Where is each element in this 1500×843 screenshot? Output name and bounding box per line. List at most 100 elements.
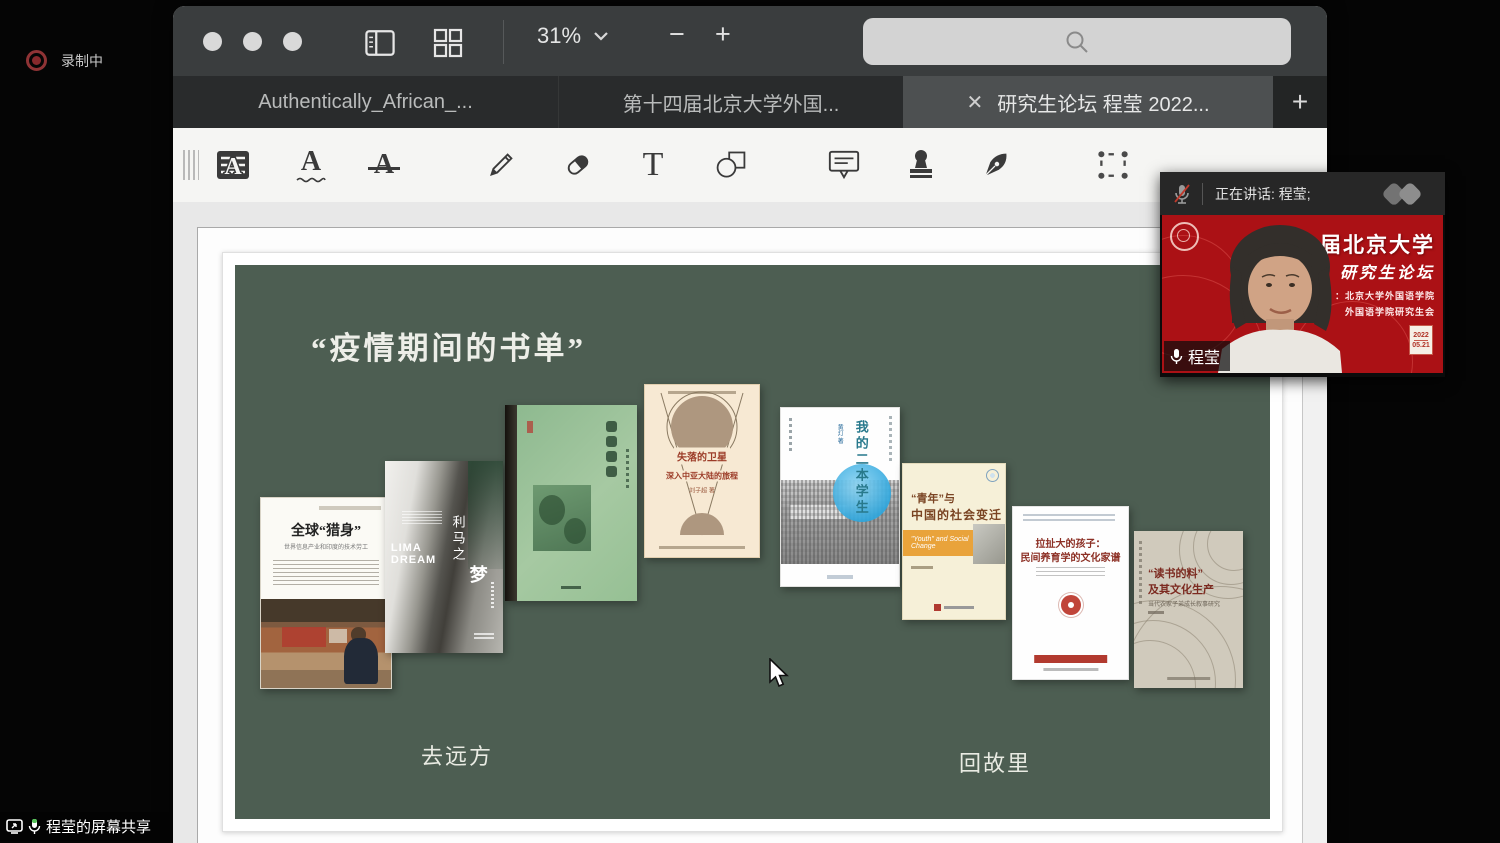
book-cover-dragged-up-children: 拉扯大的孩子： 民间养育学的文化家谱 xyxy=(1012,506,1129,680)
book-cover-green-hardcover xyxy=(505,405,637,601)
recording-label: 录制中 xyxy=(61,51,103,71)
zoom-out-button[interactable]: − xyxy=(663,20,691,49)
book-cover-reading-material: “读书的料” 及其文化生产 当代农家子弟成长叙事研究 xyxy=(1134,531,1243,688)
strikethrough-tool-button[interactable]: A xyxy=(361,140,407,190)
zoom-in-button[interactable]: + xyxy=(709,20,737,49)
underline-tool-button[interactable]: A xyxy=(288,140,334,190)
group-label-right: 回故里 xyxy=(959,746,1031,778)
book-subtitle: 世界信息产业和印度的技术劳工 xyxy=(261,542,391,551)
date-stamp: 2022 05.21 xyxy=(1409,325,1433,355)
book-cover-youth-social-change: “青年”与 中国的社会变迁 "Youth" and Social Change xyxy=(902,463,1006,620)
stamp-tool-button[interactable] xyxy=(898,140,944,190)
mic-icon xyxy=(1170,348,1183,365)
search-icon xyxy=(1064,29,1090,55)
publisher-mark xyxy=(827,575,853,579)
book-title: “青年”与 xyxy=(911,490,955,506)
tab-label: 研究生论坛 程莹 2022... xyxy=(997,88,1209,117)
publisher-mark xyxy=(934,604,974,611)
book-title: 全球“猎身” xyxy=(261,520,391,540)
record-icon xyxy=(26,50,47,71)
tab-pku-forum-doc[interactable]: 第十四届北京大学外国... xyxy=(559,76,903,128)
eraser-tool-button[interactable] xyxy=(555,140,601,190)
close-window-button[interactable] xyxy=(203,32,222,51)
window-titlebar: 31% − + xyxy=(173,6,1327,76)
publisher-mark xyxy=(474,633,494,641)
book-subtitle: 当代农家子弟成长叙事研究 xyxy=(1148,599,1220,608)
eraser-icon xyxy=(561,147,595,183)
blurb-lines xyxy=(273,560,379,586)
close-tab-icon[interactable]: ✕ xyxy=(966,90,983,115)
strikethrough-icon: A xyxy=(374,151,394,179)
speaker-name-tag: 程莹 xyxy=(1164,341,1230,371)
highlight-text-icon: A xyxy=(216,148,250,182)
screen: 录制中 xyxy=(0,0,1500,843)
speaker-video: 届北京大学 研究生论坛 ：北京大学外国语学院 外国语学院研究生会 202 xyxy=(1162,215,1443,373)
shapes-icon xyxy=(714,148,748,182)
book-author: 黄灯 著 xyxy=(835,424,844,444)
book-author: 刘子超 著 xyxy=(645,486,759,495)
selection-rect-icon xyxy=(1096,147,1130,183)
pencil-tool-button[interactable] xyxy=(478,140,524,190)
search-input[interactable] xyxy=(863,18,1291,65)
app-watermark-icon xyxy=(1377,182,1431,206)
book-author xyxy=(911,566,933,569)
book-cover-lima-dream: LIMADREAM 利马之 梦 xyxy=(385,461,503,653)
thumbnail-view-button[interactable] xyxy=(427,24,469,62)
red-seal xyxy=(1061,595,1081,615)
english-subtitle-lines xyxy=(1036,567,1105,576)
slide-canvas: “疫情期间的书单” 全球“猎身” 世界信息产业和印度的技术劳工 xyxy=(235,265,1270,819)
tab-label: 第十四届北京大学外国... xyxy=(623,88,840,117)
book-title: “读书的料” xyxy=(1148,565,1203,581)
tab-authentically-african[interactable]: Authentically_African_... xyxy=(173,76,559,128)
preview-window: 31% − + Authentically_African_... 第十四届北京… xyxy=(173,6,1327,843)
slide-title: “疫情期间的书单” xyxy=(311,323,586,368)
tab-bar: Authentically_African_... 第十四届北京大学外国... … xyxy=(173,76,1327,128)
mic-active-icon xyxy=(28,818,41,835)
screen-share-icon xyxy=(6,819,23,834)
document-page: “疫情期间的书单” 全球“猎身” 世界信息产业和印度的技术劳工 xyxy=(197,227,1305,843)
book-title: 中国的社会变迁 xyxy=(911,506,1002,523)
minimize-window-button[interactable] xyxy=(243,32,262,51)
book-title-cn: 利马之 xyxy=(449,515,468,563)
group-label-left: 去远方 xyxy=(421,739,493,771)
zoom-level-dropdown[interactable]: 31% xyxy=(531,22,615,50)
tab-label: Authentically_African_... xyxy=(258,91,473,114)
english-title-band: "Youth" and Social Change xyxy=(903,530,974,556)
fullscreen-window-button[interactable] xyxy=(283,32,302,51)
text-tool-button[interactable]: T xyxy=(630,140,676,190)
book-title: 民间养育学的文化家谱 xyxy=(1013,549,1128,564)
book-title: 我的二本学生 xyxy=(852,420,871,516)
speaker-name: 程莹 xyxy=(1188,344,1220,368)
book-author xyxy=(1148,611,1164,614)
svg-text:A: A xyxy=(224,154,242,180)
book-title: 拉扯大的孩子： xyxy=(1013,535,1128,550)
signature-tool-button[interactable] xyxy=(973,140,1019,190)
chevron-down-icon xyxy=(593,31,609,41)
markup-toolbar: A A A xyxy=(173,128,1327,203)
toolbar-drag-handle[interactable] xyxy=(183,150,199,180)
speaker-video-panel[interactable]: 正在讲话: 程莹; 届北京大学 研究生论坛 ：北京大学外国语学院 外国语学院研究… xyxy=(1160,172,1445,377)
blurb-lines xyxy=(402,511,442,525)
book-cover-my-second-tier-students: 我的二本学生 黄灯 著 xyxy=(780,407,900,587)
highlight-text-tool-button[interactable]: A xyxy=(210,140,256,190)
series-line xyxy=(319,506,381,510)
zoom-level-value: 31% xyxy=(537,23,581,49)
new-tab-button[interactable]: + xyxy=(1273,76,1327,128)
traffic-lights xyxy=(203,32,302,51)
tab-graduate-forum-active[interactable]: ✕ 研究生论坛 程莹 2022... xyxy=(903,76,1273,128)
shapes-tool-button[interactable] xyxy=(708,140,754,190)
publisher-mark xyxy=(561,586,581,589)
book-title: 失落的卫星 深入中亚大陆的旅程 刘子超 著 xyxy=(645,448,759,495)
note-tool-button[interactable] xyxy=(821,140,867,190)
calligraphy-title xyxy=(606,421,617,477)
selection-tool-button[interactable] xyxy=(1090,140,1136,190)
book-cover-global-body-shopping: 全球“猎身” 世界信息产业和印度的技术劳工 xyxy=(260,497,392,689)
book-title-cn: 梦 xyxy=(470,561,488,587)
toolbar-divider xyxy=(503,20,504,64)
sidebar-toggle-button[interactable] xyxy=(359,24,401,62)
grid-view-icon xyxy=(433,28,463,58)
book-title: 及其文化生产 xyxy=(1148,581,1214,597)
cover-photo xyxy=(533,485,591,551)
stone-photo xyxy=(973,524,1005,564)
book-cover-lost-satellite: 失落的卫星 深入中亚大陆的旅程 刘子超 著 xyxy=(644,384,760,558)
